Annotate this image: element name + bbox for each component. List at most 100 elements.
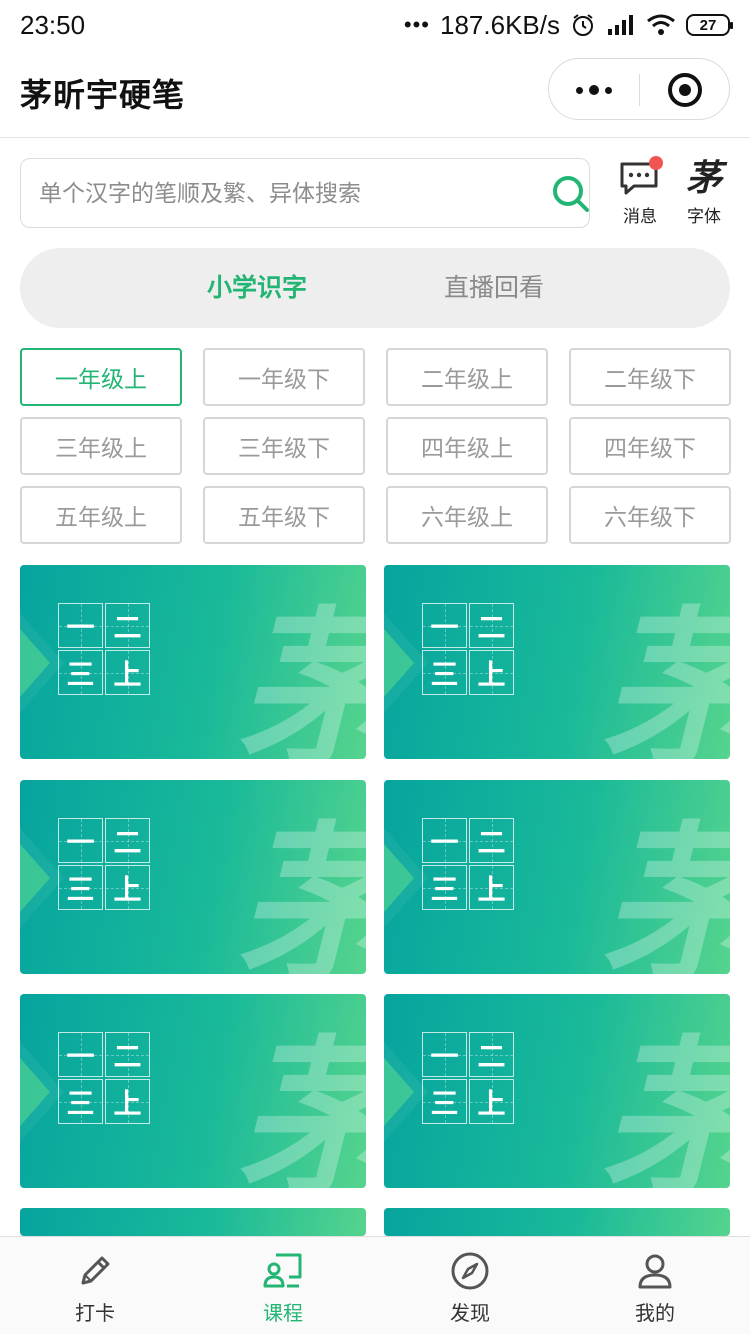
alarm-icon	[573, 14, 593, 36]
grade-button[interactable]: 一年级下	[203, 348, 365, 406]
character-grid: 一二三上	[422, 1032, 514, 1124]
character-cell: 一	[422, 603, 467, 648]
grade-button[interactable]: 三年级上	[20, 417, 182, 475]
nav-mine[interactable]: 我的	[595, 1237, 715, 1334]
course-card[interactable]: 茅一二三上	[20, 994, 366, 1188]
title-bar: 茅昕宇硬笔	[0, 50, 750, 138]
font-glyph: 茅	[685, 157, 722, 199]
character-text: 一	[66, 1039, 95, 1073]
tab-live-replay[interactable]: 直播回看	[404, 248, 584, 328]
pen-icon	[81, 1256, 110, 1285]
card-watermark: 茅	[600, 595, 730, 759]
record-close-icon	[668, 73, 702, 107]
character-text: 三	[66, 1086, 95, 1120]
grade-button[interactable]: 六年级上	[386, 486, 548, 544]
character-text: 一	[66, 610, 95, 644]
user-icon	[638, 1254, 672, 1289]
course-card[interactable]: 茅一二三上	[384, 565, 730, 759]
more-dots-icon	[576, 86, 583, 94]
character-cell: 上	[469, 865, 514, 910]
course-card-partial[interactable]	[20, 1208, 366, 1236]
grade-button[interactable]: 五年级上	[20, 486, 182, 544]
more-button[interactable]	[549, 59, 639, 121]
grade-button[interactable]: 四年级下	[569, 417, 731, 475]
course-card[interactable]: 茅一二三上	[20, 780, 366, 974]
character-cell: 一	[58, 603, 103, 648]
card-watermark: 茅	[600, 1024, 730, 1188]
tab-primary-literacy[interactable]: 小学识字	[167, 248, 347, 328]
character-cell: 三	[422, 650, 467, 695]
character-text: 二	[477, 1039, 506, 1073]
search-box	[20, 158, 590, 228]
status-indicators: ••• 187.6KB/s 27	[404, 10, 733, 41]
character-cell: 二	[105, 1032, 150, 1077]
grade-button[interactable]: 一年级上	[20, 348, 182, 406]
character-cell: 二	[469, 818, 514, 863]
nav-checkin[interactable]: 打卡	[35, 1237, 155, 1334]
grade-button[interactable]: 六年级下	[569, 486, 731, 544]
nav-discover[interactable]: 发现	[410, 1237, 530, 1334]
nav-course[interactable]: 课程	[223, 1237, 343, 1334]
character-cell: 上	[105, 650, 150, 695]
character-cell: 上	[469, 1079, 514, 1124]
character-text: 二	[477, 825, 506, 859]
character-cell: 二	[105, 818, 150, 863]
character-text: 三	[430, 657, 459, 691]
nav-label: 打卡	[75, 1303, 115, 1325]
character-grid: 一二三上	[58, 1032, 150, 1124]
grade-button[interactable]: 二年级下	[569, 348, 731, 406]
status-time: 23:50	[20, 9, 86, 40]
course-card[interactable]: 茅一二三上	[384, 994, 730, 1188]
character-grid: 一二三上	[58, 818, 150, 910]
card-arrow-decoration	[20, 844, 50, 912]
course-icon	[263, 1253, 302, 1288]
character-text: 三	[66, 657, 95, 691]
character-grid: 一二三上	[422, 818, 514, 910]
grade-button[interactable]: 五年级下	[203, 486, 365, 544]
close-button[interactable]	[640, 59, 730, 121]
course-card[interactable]: 茅一二三上	[384, 780, 730, 974]
grade-button[interactable]: 二年级上	[386, 348, 548, 406]
character-text: 二	[113, 1039, 142, 1073]
character-cell: 二	[469, 1032, 514, 1077]
nav-label: 课程	[263, 1303, 303, 1325]
search-icon[interactable]	[551, 174, 591, 214]
grade-button[interactable]: 三年级下	[203, 417, 365, 475]
font-button[interactable]: 茅 字体	[676, 156, 732, 228]
course-card[interactable]: 茅一二三上	[20, 565, 366, 759]
bottom-nav: 打卡 课程 发现 我的	[0, 1236, 750, 1334]
card-watermark: 茅	[236, 810, 366, 974]
character-text: 一	[430, 1039, 459, 1073]
character-cell: 三	[58, 1079, 103, 1124]
character-text: 上	[113, 657, 142, 691]
battery-icon: 27	[686, 14, 733, 36]
status-bar: 23:50 ••• 187.6KB/s 27	[0, 0, 750, 50]
character-text: 三	[66, 872, 95, 906]
character-cell: 一	[58, 1032, 103, 1077]
card-arrow-decoration	[20, 629, 50, 697]
character-text: 上	[477, 1086, 506, 1120]
character-cell: 二	[105, 603, 150, 648]
miniprogram-capsule	[548, 58, 730, 120]
nav-label: 我的	[635, 1303, 675, 1325]
messages-label: 消息	[623, 207, 657, 226]
character-cell: 三	[58, 865, 103, 910]
character-cell: 二	[469, 603, 514, 648]
character-text: 一	[430, 825, 459, 859]
character-grid: 一二三上	[58, 603, 150, 695]
search-input[interactable]	[39, 159, 529, 227]
character-text: 三	[430, 872, 459, 906]
character-cell: 一	[422, 1032, 467, 1077]
card-watermark: 茅	[236, 1024, 366, 1188]
course-card-partial[interactable]	[384, 1208, 730, 1236]
card-watermark: 茅	[600, 810, 730, 974]
character-cell: 三	[58, 650, 103, 695]
card-arrow-decoration	[384, 1058, 414, 1126]
card-watermark: 茅	[236, 595, 366, 759]
battery-level: 27	[699, 16, 717, 34]
character-text: 二	[477, 610, 506, 644]
grade-button[interactable]: 四年级上	[386, 417, 548, 475]
nav-label: 发现	[450, 1303, 490, 1325]
messages-button[interactable]: 消息	[612, 156, 668, 228]
character-text: 三	[430, 1086, 459, 1120]
